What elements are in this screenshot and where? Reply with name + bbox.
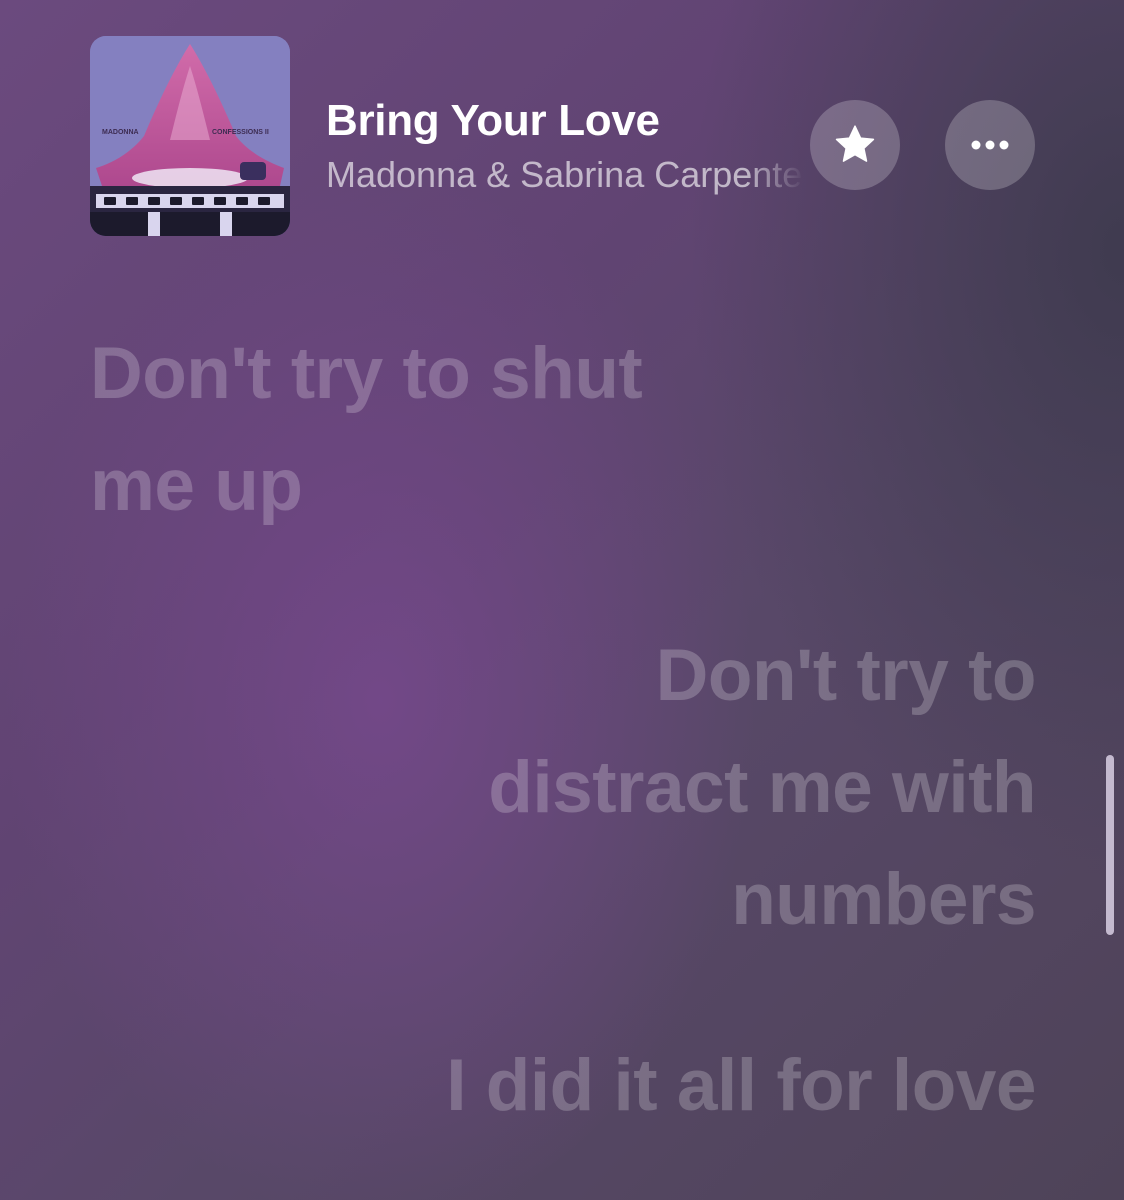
scroll-indicator[interactable] [1106,755,1114,935]
lyric-line: me up [90,445,303,526]
lyric-line-group[interactable]: Don't try to shut me up [90,318,643,542]
track-artist[interactable]: Madonna & Sabrina Carpenter [326,154,804,196]
album-cover-art: MADONNA CONFESSIONS II [90,36,290,236]
star-icon [835,125,875,162]
lyric-line-group[interactable]: Don't try to distract me with numbers [488,620,1036,956]
lyric-line: numbers [731,859,1036,940]
lyric-line: Don't try to shut [90,333,643,414]
track-title[interactable]: Bring Your Love [326,96,660,146]
album-artwork[interactable]: MADONNA CONFESSIONS II [90,36,290,236]
lyric-line: I did it all for love [446,1045,1036,1126]
lyric-line-group[interactable]: I did it all for love [446,1030,1036,1142]
favorite-button[interactable] [810,100,900,190]
lyric-line: Don't try to [655,635,1037,716]
lyric-line: distract me with [488,747,1036,828]
artwork-left-text: MADONNA [102,129,139,136]
ellipsis-icon [971,140,1009,150]
more-options-button[interactable] [945,100,1035,190]
artwork-right-text: CONFESSIONS II [212,129,269,136]
